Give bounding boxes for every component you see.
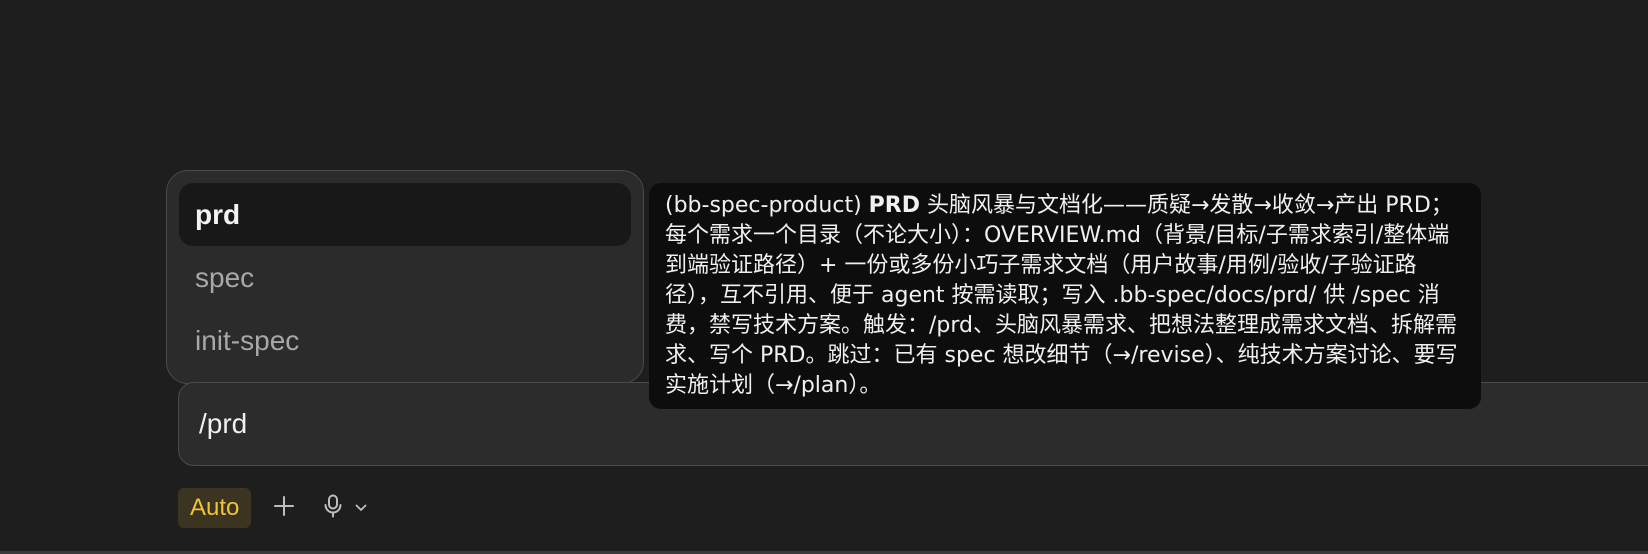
- command-item-label: spec: [195, 261, 255, 293]
- command-item-label: prd: [195, 198, 241, 230]
- voice-input-button[interactable]: [323, 494, 343, 523]
- microphone-icon: [323, 494, 343, 523]
- composer-toolbar: Auto: [178, 488, 367, 528]
- command-item-prd[interactable]: prd: [179, 183, 631, 246]
- chat-input-text: /prd: [199, 408, 248, 439]
- tooltip-description: 头脑风暴与文档化——质疑→发散→收敛→产出 PRD；每个需求一个目录（不论大小）…: [665, 193, 1458, 398]
- mode-label: Auto: [190, 494, 240, 521]
- plus-icon: [273, 495, 295, 522]
- chat-stage: prd spec init-spec (bb-spec-product) PRD…: [0, 0, 1648, 554]
- add-button[interactable]: [273, 495, 295, 522]
- command-suggestion-popup: prd spec init-spec: [166, 170, 644, 384]
- tooltip-command: PRD: [868, 193, 920, 218]
- chevron-down-icon: [355, 499, 367, 517]
- command-description-tooltip: (bb-spec-product) PRD 头脑风暴与文档化——质疑→发散→收敛…: [649, 183, 1481, 409]
- tooltip-source: (bb-spec-product): [665, 193, 862, 218]
- mode-selector-button[interactable]: Auto: [178, 488, 252, 528]
- voice-options-dropdown[interactable]: [355, 499, 367, 517]
- command-item-spec[interactable]: spec: [179, 246, 631, 309]
- command-item-label: init-spec: [195, 324, 300, 356]
- command-item-init-spec[interactable]: init-spec: [179, 309, 631, 372]
